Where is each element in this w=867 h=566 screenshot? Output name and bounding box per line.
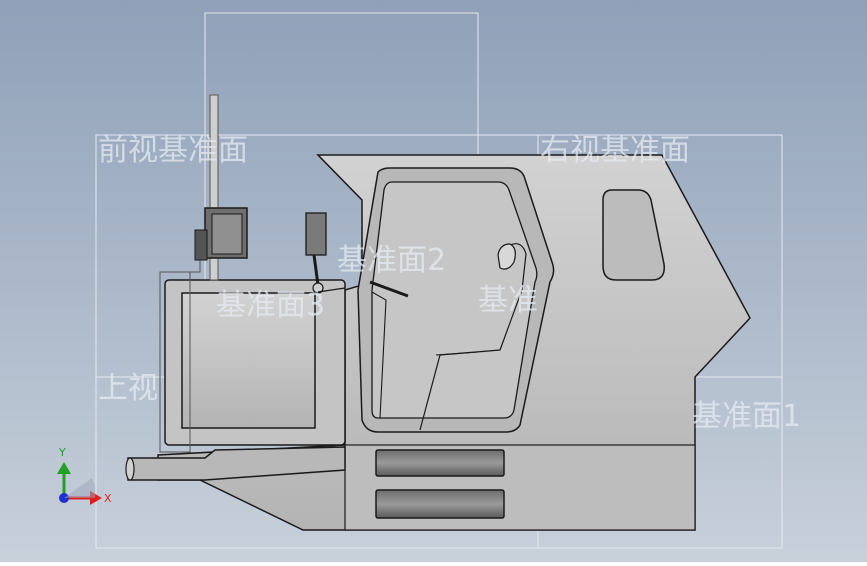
top-plane-label[interactable]: 上视: [98, 371, 158, 406]
plane2-label[interactable]: 基准面2: [337, 243, 446, 278]
front-plane-label[interactable]: 前视基准面: [98, 133, 248, 168]
triad-arc-icon: [64, 478, 96, 498]
plane1-label[interactable]: 基准面1: [692, 399, 801, 434]
plane3-label[interactable]: 基准面3: [216, 288, 325, 323]
exhaust-assembly[interactable]: [194, 94, 248, 281]
coordinate-triad: Y X: [57, 446, 112, 505]
plane4-label[interactable]: 基准: [478, 283, 538, 318]
y-axis-label: Y: [58, 446, 66, 459]
graphics-viewport[interactable]: 前视基准面 右视基准面 上视 基准面1 基准面2 基准面3 基准 Y X: [0, 0, 867, 562]
x-axis-label: X: [104, 492, 112, 505]
y-arrow-icon: [57, 462, 71, 474]
model-canvas[interactable]: 前视基准面 右视基准面 上视 基准面1 基准面2 基准面3 基准 Y X: [0, 0, 867, 562]
right-plane-label[interactable]: 右视基准面: [540, 133, 690, 168]
